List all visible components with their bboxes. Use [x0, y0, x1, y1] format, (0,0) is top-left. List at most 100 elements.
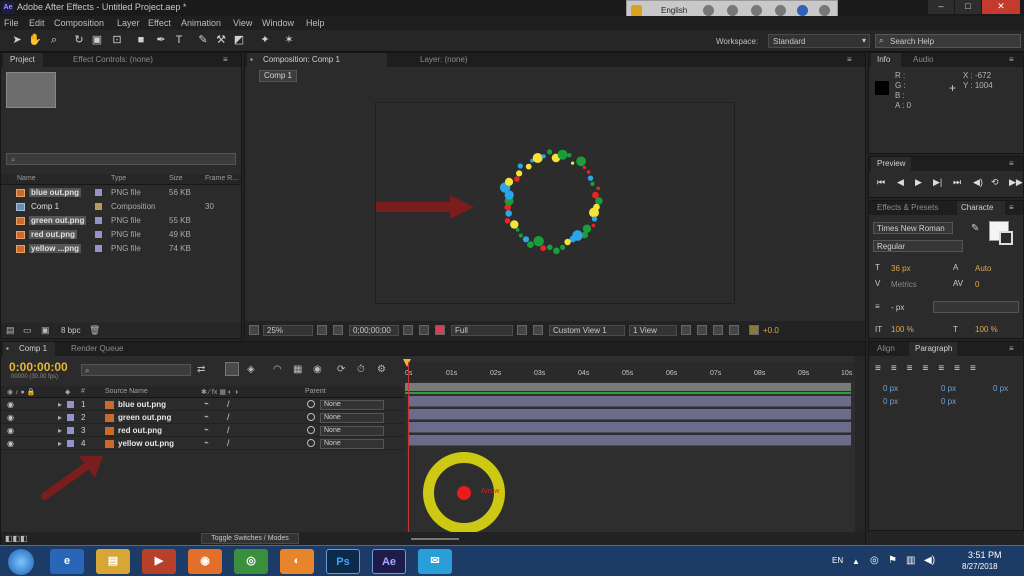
stroke-width-value[interactable]: - px: [891, 303, 904, 312]
font-size-value[interactable]: 36 px: [891, 264, 911, 273]
layer-name[interactable]: green out.png: [118, 413, 171, 422]
project-item[interactable]: Comp 1 Composition 30: [1, 200, 241, 214]
col-name[interactable]: Name: [17, 175, 36, 182]
action-center-icon[interactable]: ⚑: [888, 555, 897, 566]
parent-dropdown[interactable]: None: [320, 413, 384, 423]
layer-label-swatch[interactable]: [67, 414, 74, 421]
label-swatch[interactable]: [95, 245, 102, 252]
stroke-style-dropdown[interactable]: [933, 301, 1019, 313]
next-frame-icon[interactable]: ▶|: [933, 177, 942, 188]
toggle-switches-modes-button[interactable]: Toggle Switches / Modes: [201, 533, 299, 544]
timeline-search-input[interactable]: ⌕: [81, 364, 191, 376]
always-preview-icon[interactable]: [249, 325, 259, 335]
horizontal-scale-value[interactable]: 100 %: [975, 325, 998, 334]
clone-stamp-tool-icon[interactable]: ⚒: [214, 33, 228, 48]
visibility-eye-icon[interactable]: ◉: [7, 414, 15, 422]
snapshot-icon[interactable]: [403, 325, 413, 335]
space-after-value[interactable]: 0 px: [941, 397, 956, 406]
pick-whip-icon[interactable]: [307, 400, 315, 408]
time-ruler[interactable]: 0s 01s 02s 03s 04s 05s 06s 07s 08s 09s 1…: [405, 362, 855, 382]
tools-icon[interactable]: [751, 5, 762, 16]
expand-chevron-icon[interactable]: ▸: [58, 426, 62, 435]
maximize-button[interactable]: □: [955, 0, 981, 14]
settings-icon[interactable]: [775, 5, 786, 16]
mute-audio-icon[interactable]: ◀): [973, 177, 983, 188]
tab-align[interactable]: Align: [877, 344, 895, 353]
expand-chevron-icon[interactable]: ▸: [58, 413, 62, 422]
expand-chevron-icon[interactable]: ▸: [58, 439, 62, 448]
tab-effects-presets[interactable]: Effects & Presets: [877, 203, 938, 212]
menu-edit[interactable]: Edit: [29, 18, 45, 28]
panel-menu-icon[interactable]: ≡: [1009, 203, 1014, 212]
motion-blur-icon[interactable]: ◉: [313, 364, 322, 375]
col-size[interactable]: Size: [169, 175, 183, 182]
indent-first-value[interactable]: 0 px: [993, 384, 1008, 393]
layer-duration-bar[interactable]: [409, 409, 851, 420]
timeline-icon[interactable]: [713, 325, 723, 335]
layer-label-swatch[interactable]: [67, 401, 74, 408]
internet-explorer-icon[interactable]: e: [50, 549, 84, 574]
brush-tool-icon[interactable]: ✎: [196, 33, 210, 48]
exposure-value[interactable]: +0.0: [763, 326, 779, 335]
clock-icon[interactable]: [819, 5, 830, 16]
label-swatch[interactable]: [95, 203, 102, 210]
channel-icon[interactable]: [435, 325, 445, 335]
clock-time[interactable]: 3:51 PM: [968, 550, 1002, 560]
tab-project[interactable]: Project: [10, 55, 35, 64]
shape-tool-icon[interactable]: ■: [134, 33, 148, 48]
shy-switch-icon[interactable]: ⌁: [204, 425, 209, 434]
ram-preview-icon[interactable]: ▶▶: [1009, 177, 1023, 188]
panel-menu-icon[interactable]: ≡: [223, 55, 228, 64]
work-area-bar[interactable]: [405, 383, 851, 391]
expand-layer-switches-icon[interactable]: ◧◧◧: [5, 534, 28, 543]
layer-label-swatch[interactable]: [67, 440, 74, 447]
menu-window[interactable]: Window: [262, 18, 294, 28]
space-before-value[interactable]: 0 px: [883, 397, 898, 406]
tray-app-icon[interactable]: ◎: [870, 555, 879, 566]
layer-label-swatch[interactable]: [67, 427, 74, 434]
region-of-interest-icon[interactable]: [517, 325, 527, 335]
expand-chevron-icon[interactable]: ▸: [58, 400, 62, 409]
parent-dropdown[interactable]: None: [320, 439, 384, 449]
quality-switch-icon[interactable]: /: [227, 425, 230, 435]
interpret-footage-icon[interactable]: ▤: [6, 325, 15, 336]
project-item[interactable]: blue out.png PNG file 56 KB: [1, 186, 241, 200]
first-frame-icon[interactable]: ⏮: [877, 177, 885, 188]
text-tool-icon[interactable]: T: [172, 33, 186, 48]
panel-menu-icon[interactable]: ≡: [1009, 344, 1014, 353]
shy-switch-icon[interactable]: ⌁: [204, 412, 209, 421]
close-button[interactable]: ✕: [982, 0, 1020, 14]
col-type[interactable]: Type: [111, 175, 126, 182]
visibility-eye-icon[interactable]: ◉: [7, 401, 15, 409]
flowchart-icon[interactable]: [729, 325, 739, 335]
toggle-pixel-aspect-icon[interactable]: [681, 325, 691, 335]
exposure-icon[interactable]: [749, 325, 759, 335]
new-composition-icon[interactable]: ▣: [41, 325, 50, 336]
tracking-value[interactable]: 0: [975, 280, 979, 289]
menu-composition[interactable]: Composition: [54, 18, 104, 28]
layer-name[interactable]: blue out.png: [118, 400, 166, 409]
font-style-dropdown[interactable]: Regular: [873, 240, 963, 252]
help-icon[interactable]: [797, 5, 808, 16]
tab-audio[interactable]: Audio: [913, 55, 933, 64]
leading-value[interactable]: Auto: [975, 264, 991, 273]
show-snapshot-icon[interactable]: [419, 325, 429, 335]
play-icon[interactable]: ▶: [915, 177, 922, 188]
timer-icon[interactable]: ⏱: [357, 364, 365, 375]
layer-duration-bar[interactable]: [409, 422, 851, 433]
layer-row[interactable]: ◉ ▸ 1 blue out.png ⌁ / None: [1, 399, 404, 411]
after-effects-icon[interactable]: Ae: [372, 549, 406, 574]
layer-row[interactable]: ◉ ▸ 4 yellow out.png ⌁ / None: [1, 438, 404, 450]
indent-right-value[interactable]: 0 px: [941, 384, 956, 393]
panel-menu-icon[interactable]: ≡: [847, 55, 852, 64]
label-swatch[interactable]: [95, 217, 102, 224]
composition-canvas[interactable]: [303, 102, 735, 304]
stroke-color-swatch[interactable]: [999, 231, 1013, 245]
clock-date[interactable]: 8/27/2018: [962, 562, 998, 571]
project-item[interactable]: green out.png PNG file 55 KB: [1, 214, 241, 228]
col-source-name[interactable]: Source Name: [105, 388, 148, 395]
tab-composition[interactable]: Composition: Comp 1: [263, 55, 340, 64]
bit-depth-button[interactable]: 8 bpc: [61, 326, 81, 335]
rotation-tool-icon[interactable]: ↻: [72, 33, 86, 48]
ime-icon[interactable]: [631, 5, 642, 16]
